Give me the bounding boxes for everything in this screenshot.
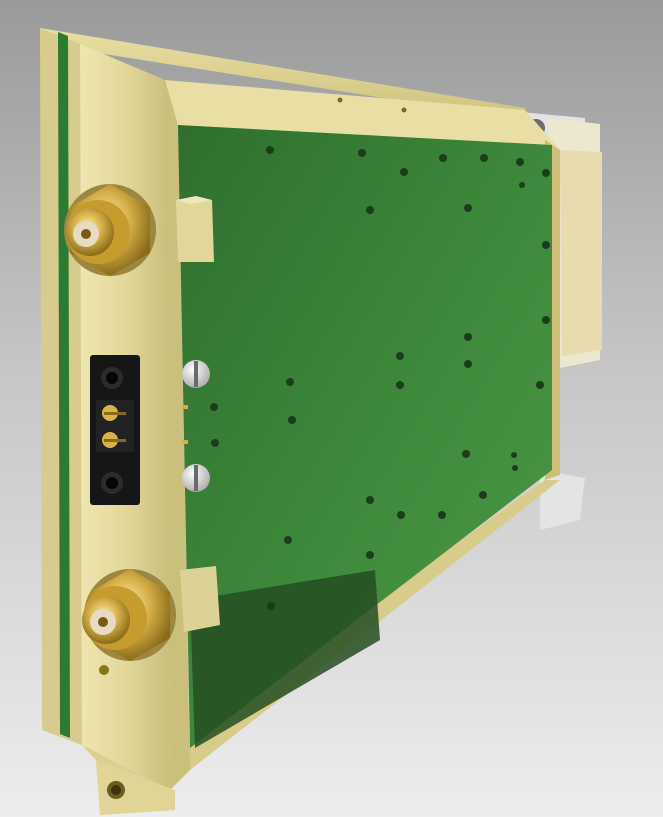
screw-top	[182, 360, 210, 388]
screw-bottom	[182, 464, 210, 492]
standoff-bottom	[180, 566, 220, 632]
scene-illustration	[40, 28, 602, 815]
sma-connector-top	[64, 184, 156, 276]
power-connector	[90, 355, 140, 505]
pcb	[178, 125, 552, 748]
standoff-top	[176, 196, 214, 262]
